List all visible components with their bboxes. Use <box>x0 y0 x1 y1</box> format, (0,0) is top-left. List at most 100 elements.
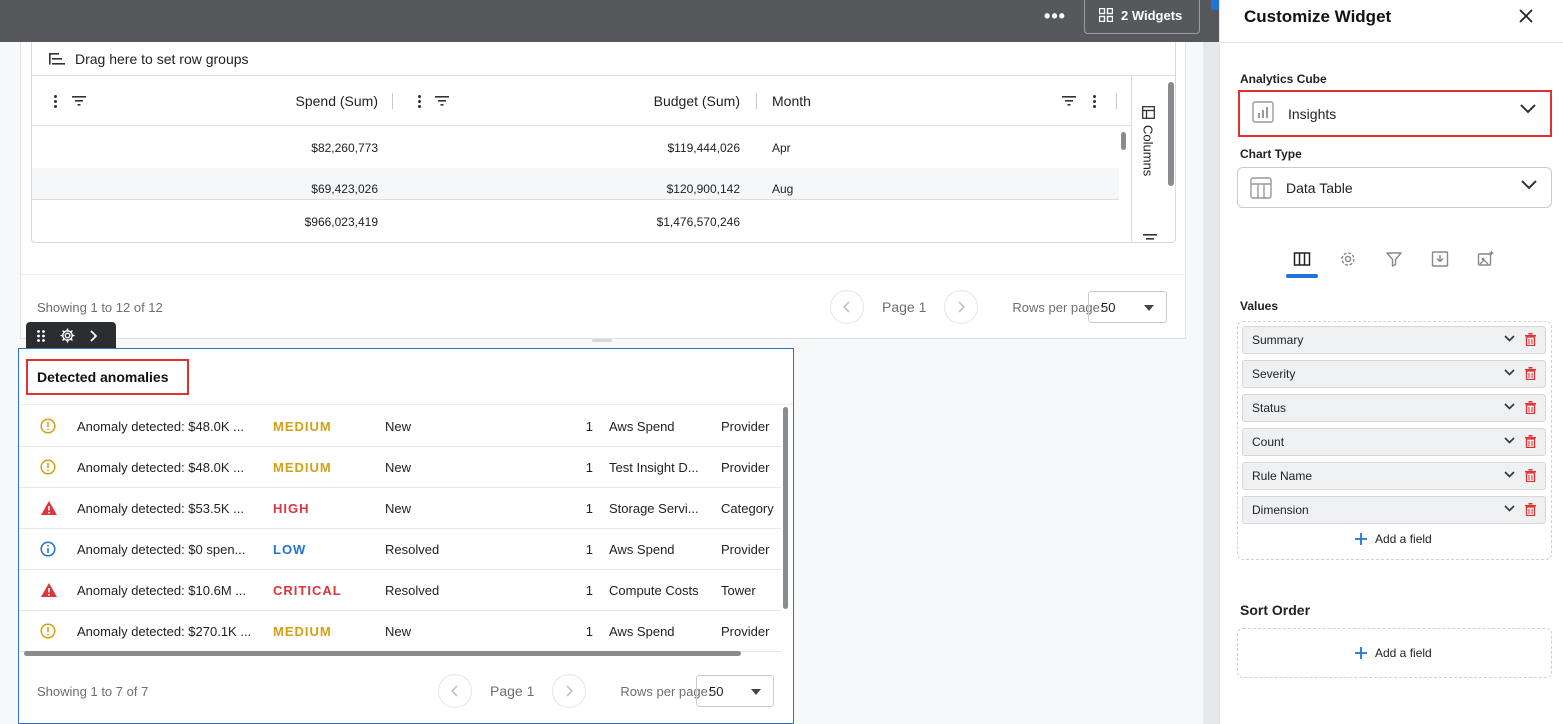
blue-tab-indicator <box>1211 0 1219 10</box>
trash-icon[interactable] <box>1525 401 1536 414</box>
canvas-right-gutter <box>1203 42 1219 724</box>
vertical-scrollbar[interactable] <box>783 407 788 609</box>
table-row[interactable]: $82,260,773 $119,444,026 Apr <box>32 127 1119 169</box>
download-icon[interactable] <box>1431 250 1449 268</box>
customize-widget-panel: Customize Widget Analytics Cube Insights… <box>1219 0 1563 724</box>
filter-icon <box>72 96 86 106</box>
cell-status: New <box>385 500 412 516</box>
chevron-right-icon[interactable] <box>89 329 97 342</box>
trash-icon[interactable] <box>1525 435 1536 448</box>
col-menu-button[interactable] <box>1092 76 1096 126</box>
cell-budget: $119,444,026 <box>667 141 740 155</box>
cell-month: Apr <box>772 141 791 155</box>
kebab-icon <box>1092 94 1096 108</box>
chart-type-select[interactable]: Data Table <box>1237 167 1552 208</box>
warning-circle-icon <box>40 611 56 651</box>
chevron-down-icon[interactable] <box>1504 437 1515 444</box>
value-field-item[interactable]: Status <box>1242 394 1546 422</box>
chevron-down-icon[interactable] <box>1504 369 1515 376</box>
cell-severity: MEDIUM <box>273 623 332 639</box>
chevron-down-icon[interactable] <box>1504 505 1515 512</box>
active-tab-indicator <box>1286 274 1318 278</box>
value-field-item[interactable]: Rule Name <box>1242 462 1546 490</box>
showing-count: Showing 1 to 12 of 12 <box>37 300 163 315</box>
caret-down-icon <box>751 689 761 695</box>
columns-tab-label: Columns <box>1140 125 1156 177</box>
filter-funnel-icon[interactable] <box>1385 250 1403 268</box>
cell-count: 1 <box>585 418 593 434</box>
value-field-item[interactable]: Dimension <box>1242 496 1546 524</box>
chevron-down-icon <box>1521 180 1537 190</box>
col-menu-button[interactable] <box>53 76 57 126</box>
gear-icon[interactable] <box>60 328 75 343</box>
total-budget: $1,476,570,246 <box>656 215 740 229</box>
row-groups-drop-zone[interactable]: Drag here to set row groups <box>32 42 1176 76</box>
analytics-cube-select[interactable]: Insights <box>1238 90 1552 137</box>
ai-image-icon[interactable] <box>1477 250 1495 268</box>
value-field-label: Status <box>1252 401 1287 415</box>
table-row[interactable]: Anomaly detected: $0 spen... LOW Resolved 1… <box>19 529 781 570</box>
table-row[interactable]: Anomaly detected: $10.6M ... CRITICAL Reso… <box>19 570 781 611</box>
chevron-down-icon[interactable] <box>1504 403 1515 410</box>
side-panel-scrollbar[interactable] <box>1168 82 1174 186</box>
col-filter-button[interactable] <box>1062 76 1076 126</box>
rows-per-page-select[interactable]: 50 <box>696 675 774 707</box>
prev-page-button[interactable] <box>438 674 472 708</box>
trash-icon[interactable] <box>1525 503 1536 516</box>
plus-icon <box>1355 647 1367 659</box>
prev-page-button[interactable] <box>830 290 864 324</box>
chevron-down-icon[interactable] <box>1504 471 1515 478</box>
value-field-item[interactable]: Summary <box>1242 326 1546 354</box>
trash-icon[interactable] <box>1525 367 1536 380</box>
cell-status: New <box>385 459 412 475</box>
col-filter-button[interactable] <box>72 76 86 126</box>
value-field-item[interactable]: Severity <box>1242 360 1546 388</box>
page-label: Page 1 <box>490 683 535 699</box>
col-filter-button[interactable] <box>435 76 449 126</box>
table-row[interactable]: Anomaly detected: $53.5K ... HIGH New 1 Stor… <box>19 488 781 529</box>
chevron-down-icon[interactable] <box>1504 335 1515 342</box>
table-row[interactable]: $69,423,026 $120,900,142 Aug <box>32 168 1119 200</box>
columns-side-panel[interactable]: Columns <box>1131 76 1176 242</box>
col-menu-button[interactable] <box>417 76 421 126</box>
widget-toolbar <box>26 322 116 349</box>
drag-handle-icon[interactable] <box>36 329 46 343</box>
total-spend: $966,023,419 <box>304 215 378 229</box>
widgets-button[interactable]: 2 Widgets <box>1084 0 1200 34</box>
next-page-button[interactable] <box>552 674 587 708</box>
columns-tab-icon[interactable] <box>1293 250 1311 268</box>
value-field-label: Dimension <box>1252 503 1309 517</box>
more-options-button[interactable]: ••• <box>1043 7 1067 25</box>
next-page-button[interactable] <box>944 290 979 324</box>
chart-icon <box>1252 101 1274 123</box>
value-field-item[interactable]: Count <box>1242 428 1546 456</box>
header-month[interactable]: Month <box>772 76 811 126</box>
table-row[interactable]: Anomaly detected: $270.1K ... MEDIUM New 1 A… <box>19 611 781 652</box>
trash-icon[interactable] <box>1525 333 1536 346</box>
close-icon[interactable] <box>1516 6 1536 26</box>
vertical-scrollbar[interactable] <box>1121 132 1126 150</box>
add-sort-field-button[interactable]: Add a field <box>1355 646 1432 660</box>
settings-gear-icon[interactable] <box>1339 250 1357 268</box>
trash-icon[interactable] <box>1525 469 1536 482</box>
table-row[interactable]: Anomaly detected: $48.0K ... MEDIUM New 1 Aw… <box>19 406 781 447</box>
sort-order-drop-zone[interactable]: Add a field <box>1237 628 1552 678</box>
values-drop-zone[interactable]: Summary Severity Status Count Rule Name Dimen… <box>1237 321 1552 560</box>
chart-type-value: Data Table <box>1286 179 1353 196</box>
columns-tab[interactable]: Columns <box>1138 106 1158 196</box>
detected-anomalies-widget[interactable]: Detected anomalies Anomaly detected: $48… <box>18 348 794 724</box>
spend-budget-widget[interactable]: Drag here to set row groups Spend (Sum) … <box>20 42 1186 339</box>
rows-per-page-select[interactable]: 50 <box>1088 291 1167 323</box>
horizontal-scrollbar[interactable] <box>24 651 741 656</box>
cell-rule-name: Storage Servi... <box>609 500 699 516</box>
add-value-field-button[interactable]: Add a field <box>1355 532 1432 546</box>
cell-status: New <box>385 418 412 434</box>
cell-budget: $120,900,142 <box>666 182 740 196</box>
add-field-label: Add a field <box>1375 646 1432 660</box>
table-row[interactable]: Anomaly detected: $48.0K ... MEDIUM New 1 Te… <box>19 447 781 488</box>
cell-summary: Anomaly detected: $10.6M ... <box>77 582 247 598</box>
warning-circle-icon <box>40 447 56 487</box>
header-spend-sum[interactable]: Spend (Sum) <box>272 76 378 126</box>
resize-handle[interactable] <box>592 339 612 342</box>
header-budget-sum[interactable]: Budget (Sum) <box>630 76 740 126</box>
